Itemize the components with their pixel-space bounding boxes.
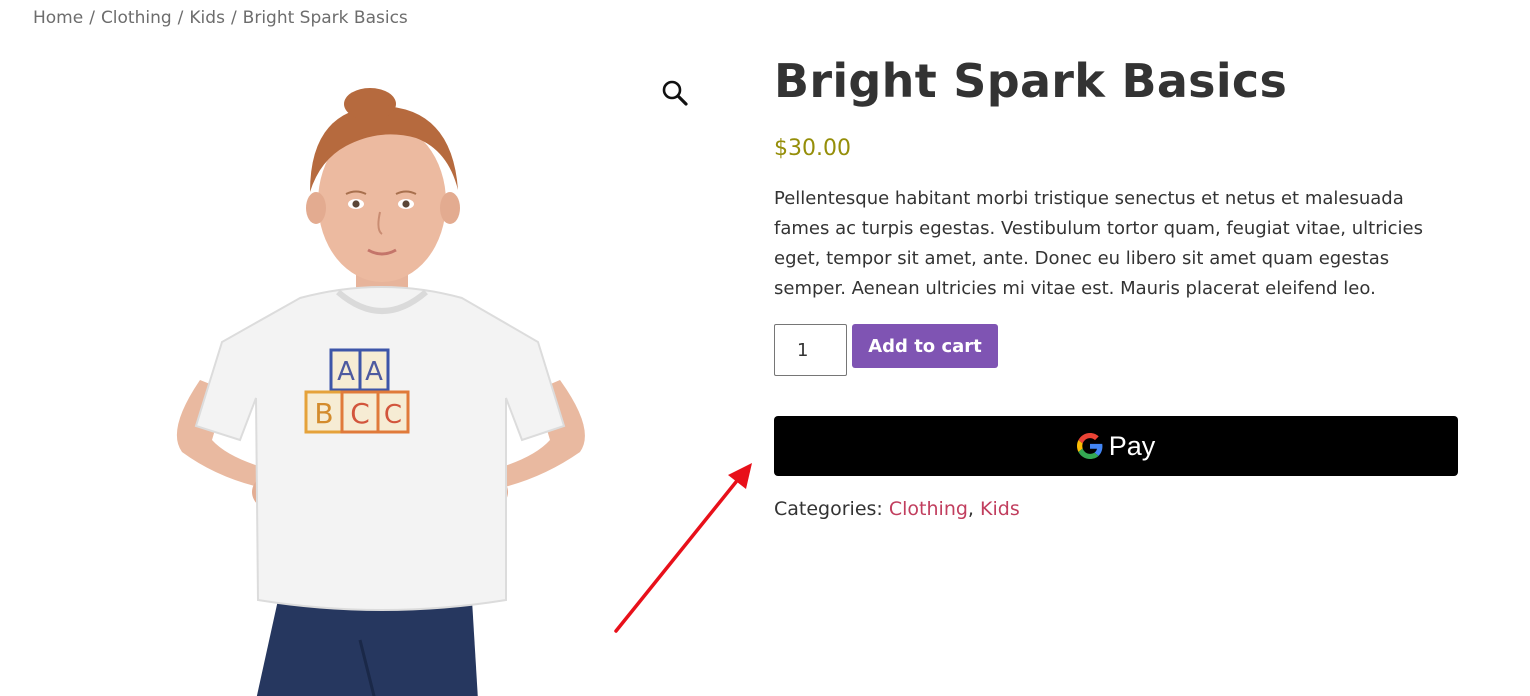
svg-text:A: A [365,357,383,387]
google-pay-button[interactable]: Pay [774,416,1458,476]
breadcrumb: Home / Clothing / Kids / Bright Spark Basics [33,8,408,28]
quantity-stepper[interactable] [774,324,847,376]
breadcrumb-separator: / [230,8,237,28]
product-summary: Bright Spark Basics $30.00 Pellentesque … [774,50,1464,520]
category-separator: , [967,498,974,520]
product-title: Bright Spark Basics [774,54,1288,108]
category-link-clothing[interactable]: Clothing [889,498,968,520]
breadcrumb-home[interactable]: Home [33,8,83,28]
breadcrumb-separator: / [177,8,184,28]
breadcrumb-clothing[interactable]: Clothing [101,8,172,28]
google-pay-label: Pay [1108,430,1156,461]
product-description: Pellentesque habitant morbi tristique se… [774,188,1423,299]
breadcrumb-kids[interactable]: Kids [189,8,225,28]
svg-text:A: A [337,357,355,387]
magnifier-icon[interactable] [660,78,690,108]
svg-text:C: C [384,400,402,430]
category-link-kids[interactable]: Kids [980,498,1020,520]
svg-text:C: C [350,397,370,430]
product-categories: Categories: Clothing, Kids [774,498,1020,520]
annotation-arrow [614,463,752,633]
product-price: $30.00 [774,136,851,161]
add-to-cart-button[interactable]: Add to cart [852,324,998,368]
svg-text:B: B [314,397,333,430]
product-image[interactable]: A A B C C [160,80,600,696]
add-to-cart-form: Add to cart [774,324,1464,376]
breadcrumb-separator: / [89,8,95,28]
google-g-icon [1076,433,1103,459]
breadcrumb-current: Bright Spark Basics [242,8,408,28]
categories-label: Categories: [774,498,883,520]
